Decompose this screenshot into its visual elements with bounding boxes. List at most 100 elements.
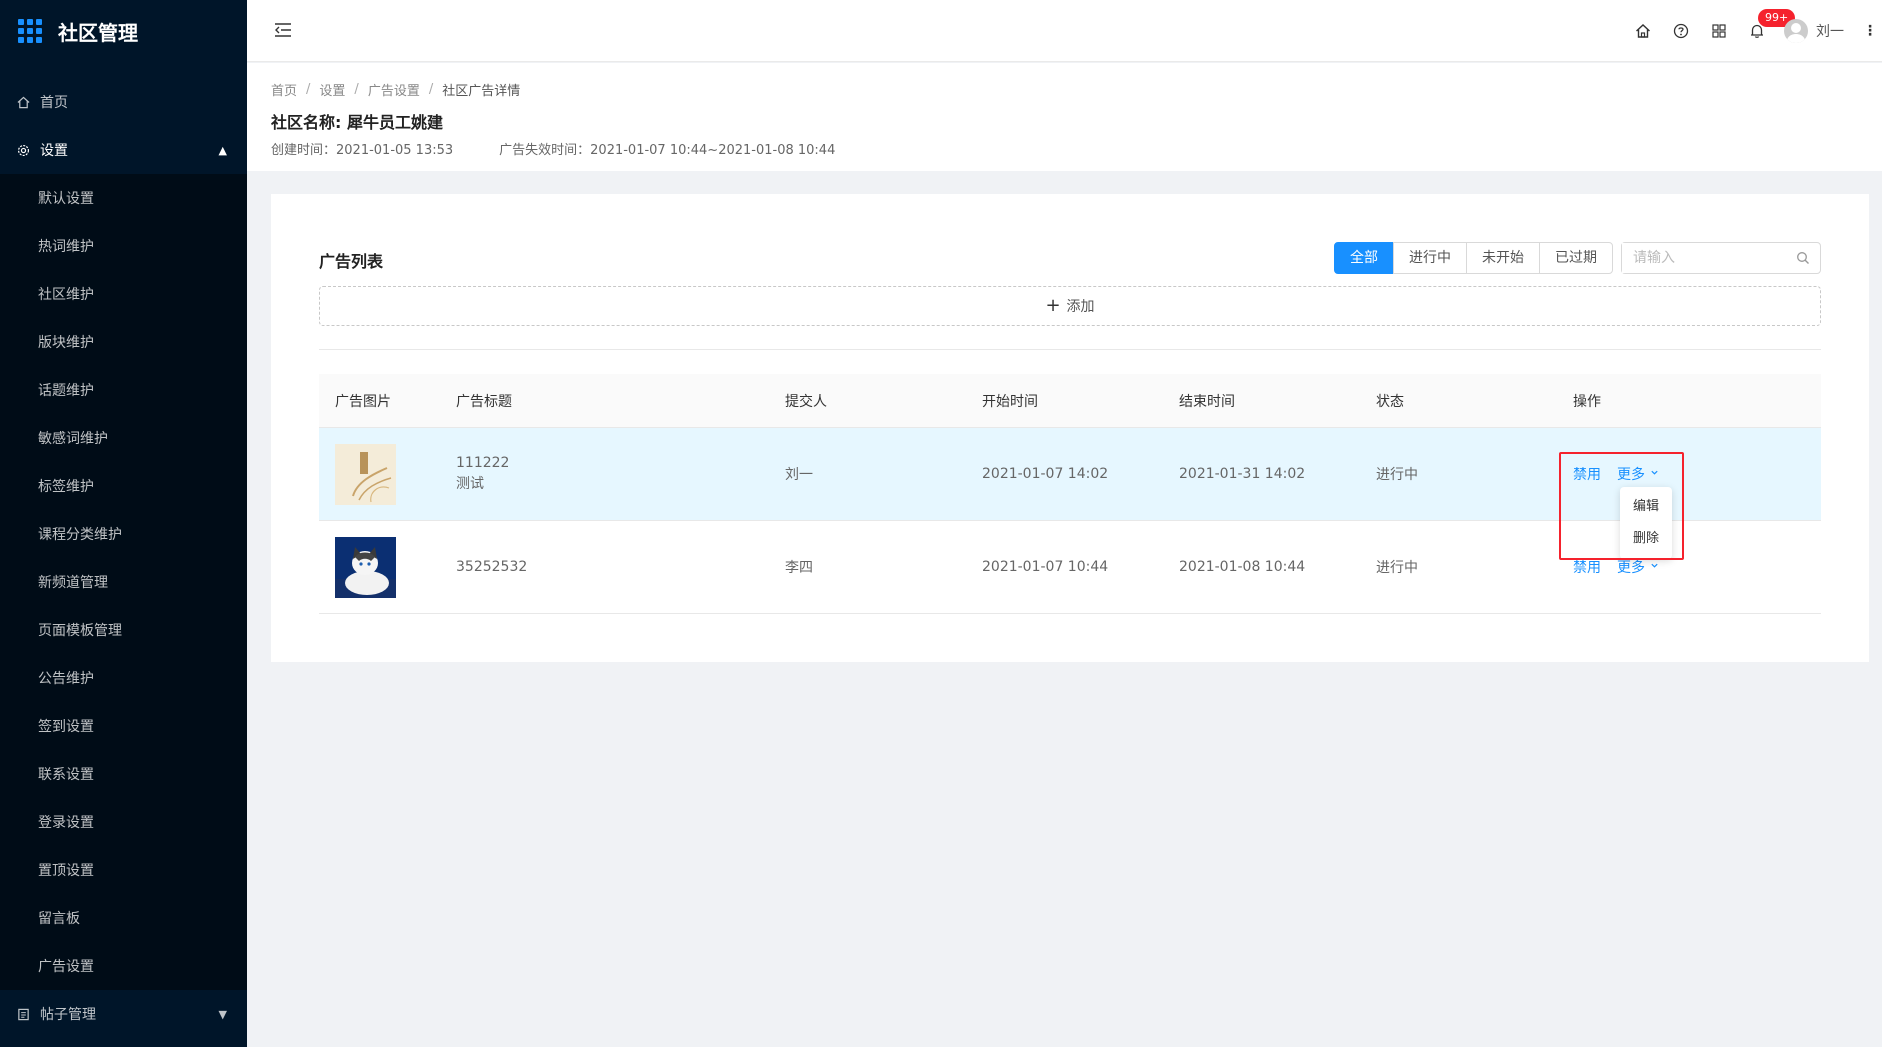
ad-title: 35252532 bbox=[456, 559, 528, 575]
sidebar-subitem[interactable]: 敏感词维护 bbox=[0, 414, 247, 462]
section-title: 广告列表 bbox=[319, 252, 384, 271]
sidebar-item-posts[interactable]: 帖子管理 ▼ bbox=[0, 990, 247, 1038]
chevron-down-icon bbox=[1650, 561, 1659, 573]
ad-image-cell bbox=[319, 443, 456, 505]
sidebar-subitem[interactable]: 登录设置 bbox=[0, 798, 247, 846]
more-label: 更多 bbox=[1617, 467, 1645, 483]
app-logo[interactable]: 社区管理 bbox=[0, 0, 247, 62]
card-toolbar: 广告列表 全部 进行中 未开始 已过期 bbox=[319, 242, 1821, 274]
breadcrumb-separator: / bbox=[428, 82, 434, 97]
app-title: 社区管理 bbox=[58, 20, 138, 45]
expire-time: 广告失效时间：2021-01-07 10:44~2021-01-08 10:44 bbox=[499, 143, 836, 158]
sidebar-item-label: 设置 bbox=[40, 143, 68, 159]
bell-icon[interactable]: 99+ bbox=[1738, 0, 1796, 62]
breadcrumb-item[interactable]: 首页 bbox=[271, 80, 297, 99]
settings-submenu: 默认设置 热词维护 社区维护 版块维护 话题维护 敏感词维护 标签维护 课程分类… bbox=[0, 174, 247, 990]
table-row[interactable]: 35252532 李四 2021-01-07 10:44 2021-01-08 … bbox=[319, 521, 1821, 614]
apps-grid-icon bbox=[18, 19, 42, 43]
sidebar-item-settings[interactable]: 设置 ▲ bbox=[0, 126, 247, 174]
divider bbox=[319, 349, 1821, 350]
breadcrumb-item[interactable]: 广告设置 bbox=[368, 80, 420, 99]
appstore-icon[interactable] bbox=[1700, 0, 1738, 62]
menu-fold-icon[interactable] bbox=[273, 20, 293, 40]
sidebar-subitem[interactable]: 页面模板管理 bbox=[0, 606, 247, 654]
column-header: 开始时间 bbox=[982, 393, 1038, 410]
created-time: 创建时间：2021-01-05 13:53 bbox=[271, 143, 454, 158]
ad-subtitle: 测试 bbox=[456, 476, 484, 492]
more-dropdown-menu: 编辑 删除 bbox=[1620, 487, 1672, 559]
breadcrumb: 首页 / 设置 / 广告设置 / 社区广告详情 bbox=[271, 80, 1858, 99]
add-ad-button[interactable]: + 添加 bbox=[319, 286, 1821, 326]
page-title: 社区名称: 犀牛员工姚建 bbox=[271, 109, 1858, 133]
ad-thumbnail bbox=[335, 443, 396, 505]
status-cell: 进行中 bbox=[1376, 467, 1418, 483]
edit-menu-item[interactable]: 编辑 bbox=[1620, 491, 1672, 523]
more-dropdown-trigger[interactable]: 更多 bbox=[1617, 557, 1659, 577]
submitter-cell: 李四 bbox=[785, 560, 813, 576]
column-header: 广告标题 bbox=[456, 393, 512, 410]
breadcrumb-separator: / bbox=[306, 82, 311, 97]
sidebar-subitem[interactable]: 新频道管理 bbox=[0, 558, 247, 606]
sidebar-subitem[interactable]: 签到设置 bbox=[0, 702, 247, 750]
plus-icon: + bbox=[1045, 295, 1061, 316]
avatar bbox=[1784, 19, 1808, 43]
filter-all[interactable]: 全部 bbox=[1334, 242, 1394, 274]
sidebar-subitem[interactable]: 置顶设置 bbox=[0, 846, 247, 894]
table-row[interactable]: 111222 测试 刘一 2021-01-07 14:02 2021-01-31… bbox=[319, 428, 1821, 521]
search-input[interactable] bbox=[1622, 243, 1782, 273]
filter-expired[interactable]: 已过期 bbox=[1539, 242, 1613, 274]
column-header: 提交人 bbox=[785, 393, 827, 410]
sidebar-subitem[interactable]: 默认设置 bbox=[0, 174, 247, 222]
ad-list-card: 广告列表 全部 进行中 未开始 已过期 + 添加 广告图片 广告标题 提交人 开… bbox=[271, 194, 1869, 662]
sidebar-subitem[interactable]: 公告维护 bbox=[0, 654, 247, 702]
breadcrumb-separator: / bbox=[354, 82, 359, 97]
column-header: 操作 bbox=[1573, 393, 1601, 410]
start-time-cell: 2021-01-07 14:02 bbox=[982, 466, 1109, 482]
sidebar-subitem[interactable]: 联系设置 bbox=[0, 750, 247, 798]
page-header: 首页 / 设置 / 广告设置 / 社区广告详情 社区名称: 犀牛员工姚建 创建时… bbox=[247, 63, 1882, 171]
column-header: 结束时间 bbox=[1179, 393, 1235, 410]
community-name: 犀牛员工姚建 bbox=[346, 113, 443, 132]
sidebar-subitem[interactable]: 话题维护 bbox=[0, 366, 247, 414]
disable-button[interactable]: 禁用 bbox=[1573, 557, 1601, 577]
disable-button[interactable]: 禁用 bbox=[1573, 464, 1601, 484]
ad-title: 111222 bbox=[456, 455, 510, 471]
breadcrumb-item[interactable]: 设置 bbox=[319, 80, 345, 99]
status-cell: 进行中 bbox=[1376, 560, 1418, 576]
header-actions: 99+ 刘一 ⋮ bbox=[1624, 0, 1882, 62]
sidebar-item-home[interactable]: 首页 bbox=[0, 78, 247, 126]
delete-menu-item[interactable]: 删除 bbox=[1620, 523, 1672, 555]
end-time-cell: 2021-01-31 14:02 bbox=[1179, 466, 1306, 482]
sidebar-item-label: 帖子管理 bbox=[40, 1007, 96, 1023]
search-icon[interactable] bbox=[1796, 251, 1810, 265]
more-label: 更多 bbox=[1617, 560, 1645, 576]
actions-cell: 禁用 更多 bbox=[1573, 557, 1821, 577]
sidebar: 社区管理 首页 设置 ▲ 默认设置 热词维护 社区维护 版块维护 话题维护 敏感… bbox=[0, 0, 247, 1047]
start-time-cell: 2021-01-07 10:44 bbox=[982, 559, 1109, 575]
filter-not-started[interactable]: 未开始 bbox=[1466, 242, 1540, 274]
page-meta: 创建时间：2021-01-05 13:53 广告失效时间：2021-01-07 … bbox=[271, 139, 1858, 158]
gear-icon bbox=[16, 143, 30, 157]
submitter-cell: 刘一 bbox=[785, 467, 813, 483]
more-dropdown-trigger[interactable]: 更多 bbox=[1617, 464, 1659, 484]
sidebar-subitem[interactable]: 版块维护 bbox=[0, 318, 247, 366]
table-header: 广告图片 广告标题 提交人 开始时间 结束时间 状态 操作 bbox=[319, 374, 1821, 428]
sidebar-subitem[interactable]: 热词维护 bbox=[0, 222, 247, 270]
top-header: 99+ 刘一 ⋮ bbox=[247, 0, 1882, 62]
sidebar-subitem[interactable]: 留言板 bbox=[0, 894, 247, 942]
add-label: 添加 bbox=[1066, 299, 1095, 315]
more-vertical-icon[interactable]: ⋮ bbox=[1858, 0, 1882, 62]
help-icon[interactable] bbox=[1662, 0, 1700, 62]
column-header: 状态 bbox=[1376, 393, 1404, 410]
sidebar-subitem[interactable]: 标签维护 bbox=[0, 462, 247, 510]
breadcrumb-item-current: 社区广告详情 bbox=[442, 84, 521, 99]
sidebar-subitem[interactable]: 社区维护 bbox=[0, 270, 247, 318]
sidebar-subitem[interactable]: 课程分类维护 bbox=[0, 510, 247, 558]
ad-thumbnail bbox=[335, 536, 396, 598]
actions-cell: 禁用 更多 bbox=[1573, 464, 1821, 484]
home-icon[interactable] bbox=[1624, 0, 1662, 62]
ad-title-cell: 35252532 bbox=[456, 559, 785, 575]
sidebar-subitem-ad-settings[interactable]: 广告设置 bbox=[0, 942, 247, 990]
filter-in-progress[interactable]: 进行中 bbox=[1393, 242, 1467, 274]
sidebar-menu: 首页 设置 ▲ 默认设置 热词维护 社区维护 版块维护 话题维护 敏感词维护 标… bbox=[0, 78, 247, 1038]
